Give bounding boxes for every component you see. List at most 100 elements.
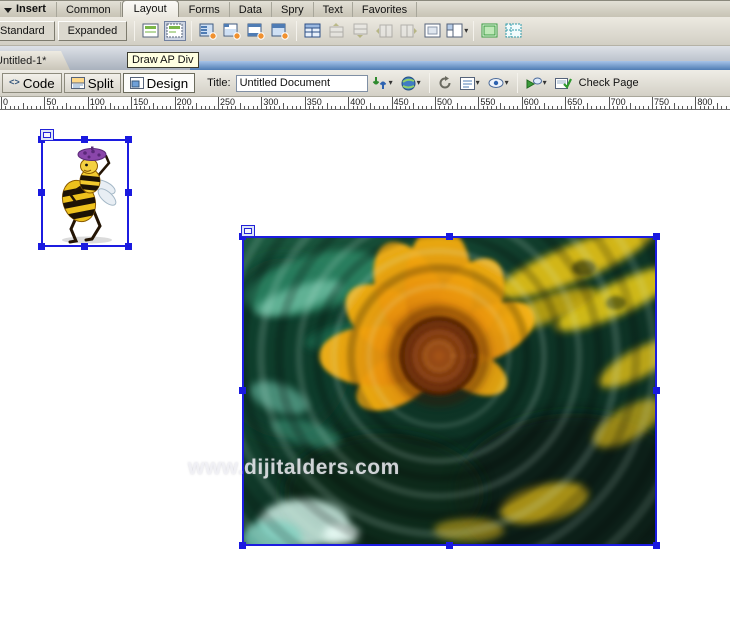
ruler-tick bbox=[36, 106, 37, 109]
design-view-button[interactable]: Design bbox=[123, 73, 196, 93]
file-management-icon[interactable]: ▾ bbox=[369, 73, 396, 93]
ruler-tick bbox=[192, 106, 193, 109]
ruler-tick bbox=[353, 106, 354, 109]
title-input[interactable] bbox=[236, 75, 368, 92]
check-page-label[interactable]: Check Page bbox=[579, 77, 639, 89]
ruler-tick bbox=[75, 106, 76, 109]
ruler-tick bbox=[309, 106, 310, 109]
ap-div-anchor-glyph bbox=[43, 132, 51, 138]
ruler-tick bbox=[500, 103, 501, 109]
collapse-arrow-icon[interactable] bbox=[4, 8, 12, 13]
ruler-tick bbox=[600, 106, 601, 109]
ruler-tick bbox=[14, 106, 15, 109]
resize-handle-w[interactable] bbox=[239, 387, 246, 394]
ruler-tick bbox=[539, 106, 540, 109]
dropdown-arrow-icon[interactable]: ▾ bbox=[505, 79, 509, 87]
visual-aids-icon[interactable]: ▾ bbox=[485, 73, 512, 93]
ruler-tick bbox=[535, 106, 536, 109]
resize-handle-s[interactable] bbox=[446, 542, 453, 549]
flower-ripple-photo-ap-div[interactable] bbox=[242, 236, 657, 546]
resize-handle-ne[interactable] bbox=[125, 136, 132, 143]
document-toolbar: <> Code Split Design Title: ▾ ▾ ▾ bbox=[0, 70, 730, 97]
insert-column-right-icon[interactable] bbox=[398, 21, 420, 41]
tab-data[interactable]: Data bbox=[230, 2, 272, 17]
check-page-icon[interactable] bbox=[552, 73, 575, 93]
dropdown-arrow-icon[interactable]: ▾ bbox=[417, 79, 421, 87]
tab-favorites[interactable]: Favorites bbox=[353, 2, 417, 17]
resize-handle-e[interactable] bbox=[125, 189, 132, 196]
ap-div-anchor[interactable] bbox=[40, 129, 54, 141]
draw-layout-table-icon[interactable] bbox=[479, 21, 501, 41]
spry-accordion-icon[interactable] bbox=[245, 21, 267, 41]
draw-layout-cell-icon[interactable] bbox=[503, 21, 525, 41]
spry-collapsible-panel-icon[interactable] bbox=[269, 21, 291, 41]
iframe-icon[interactable] bbox=[422, 21, 444, 41]
expanded-mode-button[interactable]: Expanded bbox=[58, 21, 128, 41]
ruler-tick bbox=[452, 106, 453, 109]
code-view-button[interactable]: <> Code bbox=[2, 73, 62, 93]
bee-clipart-ap-div[interactable] bbox=[41, 139, 129, 247]
spry-menu-bar-icon[interactable] bbox=[197, 21, 219, 41]
insert-column-left-icon[interactable] bbox=[374, 21, 396, 41]
spry-tabbed-panels-icon[interactable] bbox=[221, 21, 243, 41]
resize-handle-sw[interactable] bbox=[38, 243, 45, 250]
resize-handle-n[interactable] bbox=[81, 136, 88, 143]
ruler-tick bbox=[678, 106, 679, 109]
ruler-tick bbox=[205, 106, 206, 109]
ruler-tick bbox=[357, 106, 358, 109]
tab-text[interactable]: Text bbox=[314, 2, 353, 17]
ruler-tick bbox=[227, 106, 228, 109]
tab-spry[interactable]: Spry bbox=[272, 2, 314, 17]
view-options-icon[interactable]: ▾ bbox=[457, 73, 483, 93]
dropdown-arrow-icon[interactable]: ▾ bbox=[543, 79, 547, 87]
ruler-label: 50 bbox=[44, 97, 56, 110]
ruler-tick bbox=[483, 106, 484, 109]
standard-mode-button[interactable]: Standard bbox=[0, 21, 55, 41]
resize-handle-se[interactable] bbox=[653, 542, 660, 549]
preview-in-browser-icon[interactable]: ▾ bbox=[398, 73, 424, 93]
insert-table-icon[interactable] bbox=[302, 21, 324, 41]
tab-layout[interactable]: Layout bbox=[122, 0, 179, 17]
insert-bar-title[interactable]: Insert bbox=[16, 3, 46, 15]
ruler-tick bbox=[517, 106, 518, 109]
ruler-tick bbox=[96, 106, 97, 109]
insert-row-below-icon[interactable] bbox=[350, 21, 372, 41]
resize-handle-sw[interactable] bbox=[239, 542, 246, 549]
ruler-tick bbox=[118, 106, 119, 109]
design-view-icon bbox=[130, 77, 144, 89]
flower-ripple-image bbox=[244, 238, 655, 544]
ruler-tick bbox=[283, 103, 284, 109]
draw-ap-div-icon[interactable] bbox=[164, 21, 186, 41]
document-tab[interactable]: Untitled-1* bbox=[0, 51, 70, 70]
resize-handle-n[interactable] bbox=[446, 233, 453, 240]
tab-common[interactable]: Common bbox=[56, 2, 121, 17]
resize-handle-e[interactable] bbox=[653, 387, 660, 394]
ruler-tick bbox=[136, 106, 137, 109]
resize-handle-se[interactable] bbox=[125, 243, 132, 250]
ruler-tick bbox=[622, 106, 623, 109]
ruler-tick bbox=[648, 106, 649, 109]
refresh-icon[interactable] bbox=[435, 73, 455, 93]
resize-handle-s[interactable] bbox=[81, 243, 88, 250]
dropdown-arrow-icon[interactable]: ▾ bbox=[389, 79, 393, 87]
ruler-tick bbox=[222, 106, 223, 109]
dropdown-arrow-icon[interactable]: ▾ bbox=[464, 27, 468, 35]
dropdown-arrow-icon[interactable]: ▾ bbox=[476, 79, 480, 87]
tab-forms[interactable]: Forms bbox=[180, 2, 230, 17]
resize-handle-ne[interactable] bbox=[653, 233, 660, 240]
validate-markup-icon[interactable]: ▾ bbox=[523, 73, 550, 93]
frames-dropdown-icon[interactable]: ▾ bbox=[446, 21, 468, 41]
resize-handle-w[interactable] bbox=[38, 189, 45, 196]
ruler-tick bbox=[140, 106, 141, 109]
design-canvas[interactable]: www.dijitalders.com bbox=[0, 110, 730, 635]
ap-div-anchor[interactable] bbox=[241, 225, 255, 237]
ruler-tick bbox=[574, 106, 575, 109]
insert-div-tag-icon[interactable] bbox=[140, 21, 162, 41]
ruler-tick bbox=[188, 106, 189, 109]
split-view-label: Split bbox=[88, 76, 114, 91]
insert-row-above-icon[interactable] bbox=[326, 21, 348, 41]
split-view-button[interactable]: Split bbox=[64, 73, 121, 93]
beret bbox=[78, 147, 106, 161]
ruler-tick bbox=[418, 106, 419, 109]
ruler-tick bbox=[552, 106, 553, 109]
